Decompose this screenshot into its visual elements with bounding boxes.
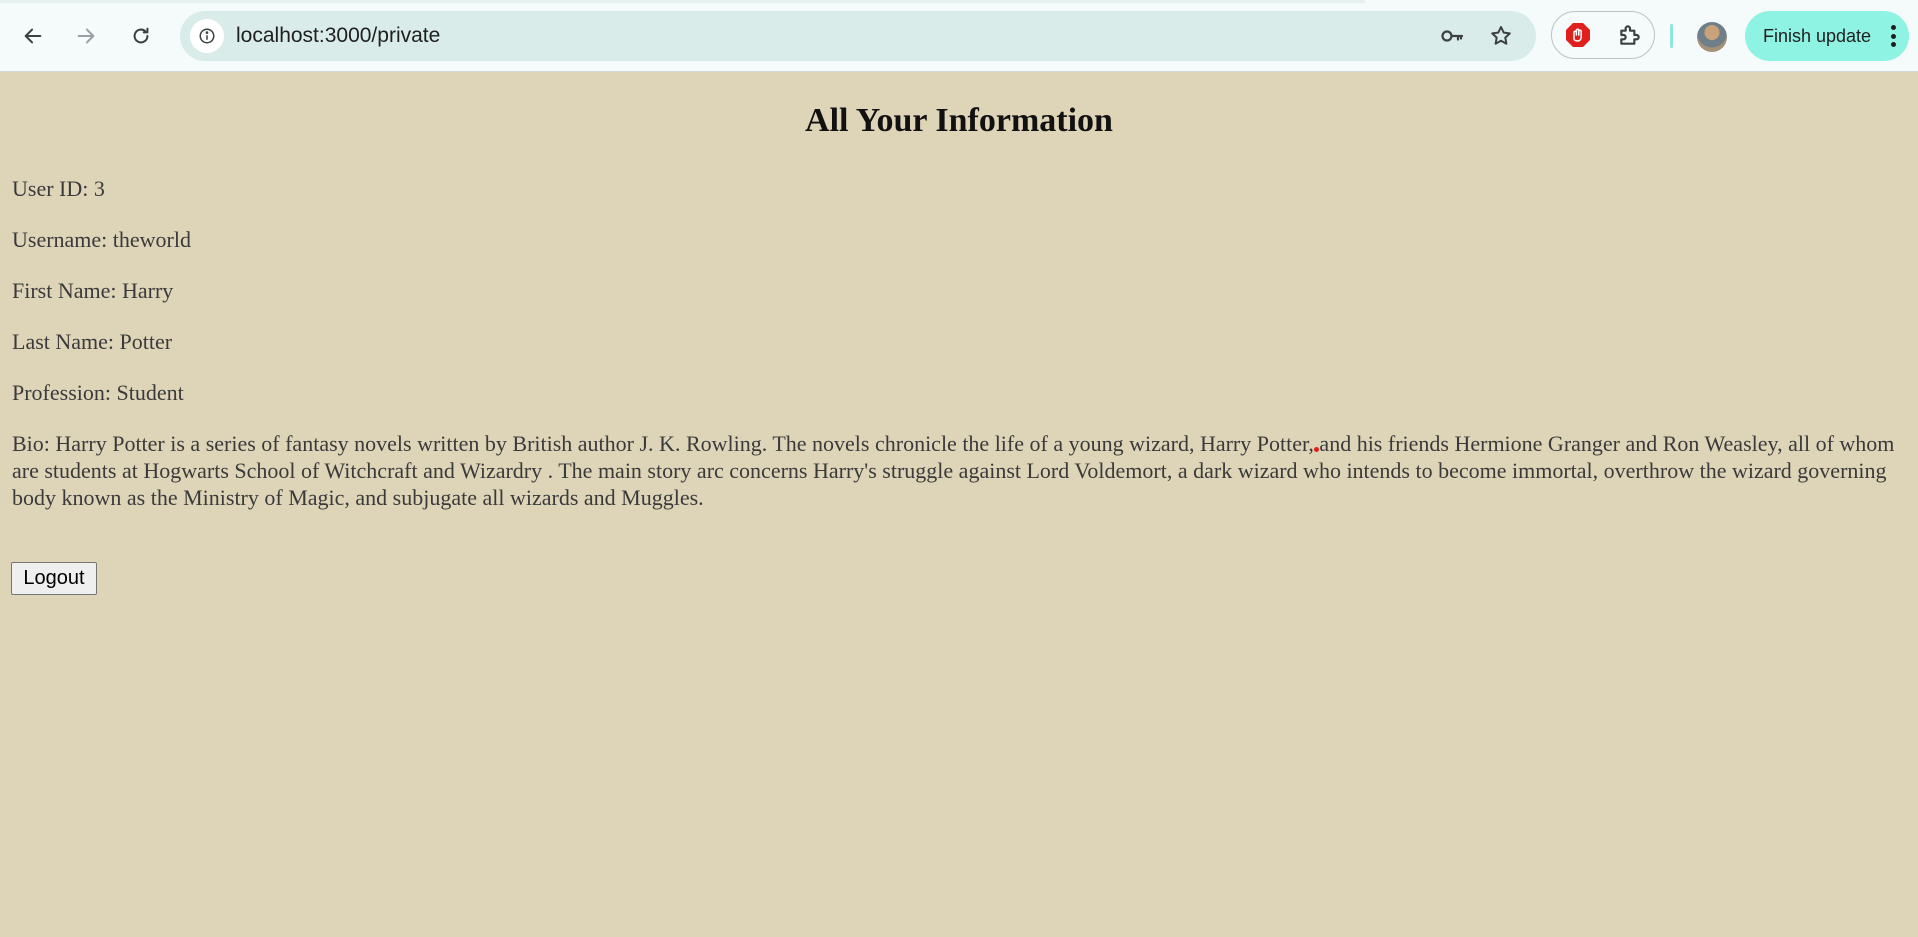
forward-arrow-icon — [77, 28, 95, 44]
user-id-text: User ID: 3 — [12, 176, 105, 201]
finish-update-button[interactable]: Finish update — [1745, 11, 1909, 61]
url-text[interactable]: localhost:3000/private — [236, 24, 440, 48]
back-button[interactable] — [13, 16, 53, 56]
browser-toolbar: localhost:3000/private Finish update — [0, 0, 1918, 72]
profile-avatar[interactable] — [1697, 22, 1727, 52]
username-text: Username: theworld — [12, 227, 191, 252]
password-key-icon[interactable] — [1438, 22, 1466, 50]
toolbar-separator — [1670, 24, 1673, 48]
bio-text: Bio: Harry Potter is a series of fantasy… — [12, 431, 1895, 510]
more-vert-icon[interactable] — [1889, 25, 1897, 47]
bookmark-star-icon[interactable] — [1487, 22, 1515, 50]
back-arrow-icon — [24, 28, 42, 44]
adblock-stop-icon[interactable] — [1564, 21, 1592, 49]
last-name-text: Last Name: Potter — [12, 329, 173, 354]
page-title: All Your Information — [805, 102, 1113, 139]
reload-button[interactable] — [121, 16, 161, 56]
logout-button[interactable]: Logout — [11, 562, 97, 595]
extensions-group — [1551, 11, 1655, 59]
page-content: All Your Information User ID: 3 Username… — [0, 72, 1918, 937]
reload-icon — [133, 27, 149, 44]
extensions-puzzle-icon[interactable] — [1616, 21, 1644, 49]
site-info-icon — [199, 28, 215, 44]
forward-button[interactable] — [66, 16, 106, 56]
first-name-text: First Name: Harry — [12, 278, 174, 303]
cursor-marker — [1314, 447, 1319, 452]
finish-update-label: Finish update — [1763, 26, 1872, 46]
site-info-button[interactable] — [190, 19, 224, 53]
address-bar[interactable]: localhost:3000/private — [180, 11, 1536, 61]
profession-text: Profession: Student — [12, 380, 184, 405]
loading-strip — [0, 0, 1365, 3]
